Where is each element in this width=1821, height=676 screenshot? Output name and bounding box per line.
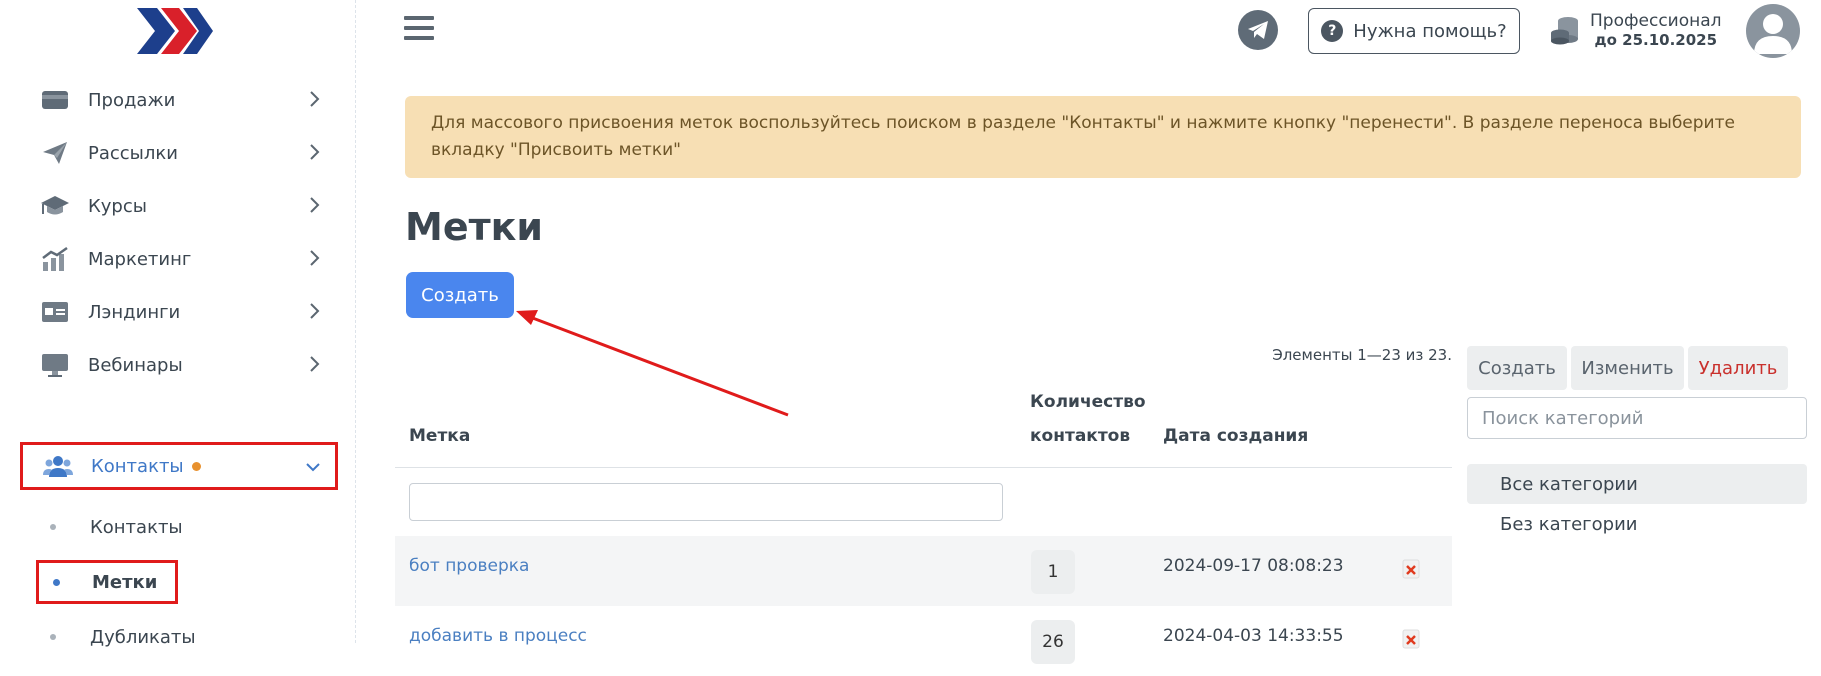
sidebar-item-mailings[interactable]: Рассылки bbox=[40, 131, 330, 175]
sidebar-subitem-label: Контакты bbox=[90, 516, 183, 538]
table-row: добавить в процесс 26 2024-04-03 14:33:5… bbox=[395, 606, 1452, 676]
logo-icon[interactable] bbox=[135, 6, 215, 56]
plan-name: Профессионал bbox=[1590, 11, 1722, 31]
bullet-icon bbox=[53, 578, 60, 586]
contact-count-badge[interactable]: 26 bbox=[1031, 620, 1075, 664]
pagination-summary: Элементы 1—23 из 23. bbox=[1272, 346, 1452, 364]
sidebar-item-label: Маркетинг bbox=[88, 248, 192, 270]
question-icon: ? bbox=[1321, 20, 1344, 42]
table-row: бот проверка 1 2024-09-17 08:08:23 bbox=[395, 536, 1452, 606]
chevron-right-icon bbox=[308, 249, 320, 272]
chevron-right-icon bbox=[308, 355, 320, 378]
delete-icon[interactable] bbox=[1401, 628, 1421, 650]
category-create-button[interactable]: Создать bbox=[1467, 346, 1567, 390]
sidebar-item-sales[interactable]: Продажи bbox=[40, 78, 330, 122]
chevron-right-icon bbox=[308, 302, 320, 325]
monitor-icon bbox=[40, 350, 70, 380]
column-header-date[interactable]: Дата создания bbox=[1163, 420, 1308, 453]
plan-until: до 25.10.2025 bbox=[1594, 31, 1718, 49]
sidebar-subitem-tags[interactable]: Метки bbox=[36, 560, 178, 604]
help-button-label: Нужна помощь? bbox=[1353, 20, 1507, 42]
sidebar-item-landings[interactable]: Лэндинги bbox=[40, 290, 330, 334]
created-date: 2024-04-03 14:33:55 bbox=[1163, 626, 1344, 646]
avatar[interactable] bbox=[1746, 4, 1800, 58]
chevron-down-icon bbox=[305, 458, 321, 479]
tag-filter-input[interactable] bbox=[409, 483, 1003, 521]
info-alert: Для массового присвоения меток воспользу… bbox=[405, 96, 1801, 178]
tag-link[interactable]: добавить в процесс bbox=[409, 626, 587, 646]
sidebar-item-label: Лэндинги bbox=[88, 301, 181, 323]
sidebar-item-label: Контакты bbox=[91, 455, 184, 477]
notification-dot bbox=[191, 461, 201, 471]
created-date: 2024-09-17 08:08:23 bbox=[1163, 556, 1344, 576]
sidebar-item-webinars[interactable]: Вебинары bbox=[40, 343, 330, 387]
plan-info[interactable]: Профессионал до 25.10.2025 bbox=[1548, 11, 1722, 49]
category-item-none[interactable]: Без категории bbox=[1467, 504, 1807, 544]
growth-chart-icon bbox=[40, 244, 70, 274]
sidebar-item-label: Курсы bbox=[88, 195, 147, 217]
delete-icon[interactable] bbox=[1401, 558, 1421, 580]
category-search-input[interactable]: Поиск категорий bbox=[1467, 397, 1807, 439]
column-header-count-line1[interactable]: Количество bbox=[1030, 386, 1146, 419]
sidebar-item-label: Вебинары bbox=[88, 354, 183, 376]
telegram-icon[interactable] bbox=[1238, 10, 1278, 50]
sidebar: Продажи Рассылки Курсы Маркетинг Лэндинг… bbox=[0, 0, 356, 648]
category-delete-button[interactable]: Удалить bbox=[1688, 346, 1788, 390]
column-header-count-line2[interactable]: контактов bbox=[1030, 420, 1130, 453]
help-button[interactable]: ? Нужна помощь? bbox=[1308, 8, 1520, 54]
coins-icon bbox=[1551, 17, 1578, 45]
user-icon bbox=[1754, 14, 1792, 54]
graduation-cap-icon bbox=[40, 191, 70, 221]
sidebar-subitem-label: Дубликаты bbox=[90, 626, 196, 648]
hamburger-menu-icon[interactable] bbox=[404, 16, 434, 44]
sidebar-item-marketing[interactable]: Маркетинг bbox=[40, 237, 330, 281]
column-header-tag[interactable]: Метка bbox=[409, 420, 470, 453]
sidebar-item-label: Продажи bbox=[88, 89, 176, 111]
sidebar-subitem-contacts[interactable]: Контакты bbox=[50, 507, 183, 547]
create-tag-button[interactable]: Создать bbox=[406, 272, 514, 318]
chevron-right-icon bbox=[308, 196, 320, 219]
table-header-divider bbox=[395, 467, 1452, 468]
category-edit-button[interactable]: Изменить bbox=[1571, 346, 1684, 390]
sidebar-subitem-label: Метки bbox=[92, 571, 158, 593]
sidebar-item-courses[interactable]: Курсы bbox=[40, 184, 330, 228]
tag-link[interactable]: бот проверка bbox=[409, 556, 529, 576]
bullet-icon bbox=[50, 524, 56, 530]
sidebar-subitem-duplicates[interactable]: Дубликаты bbox=[50, 617, 196, 657]
id-card-icon bbox=[40, 297, 70, 327]
chevron-right-icon bbox=[308, 90, 320, 113]
sidebar-item-label: Рассылки bbox=[88, 142, 178, 164]
bullet-icon bbox=[50, 634, 56, 640]
wallet-icon bbox=[40, 85, 70, 115]
page-title: Метки bbox=[405, 205, 544, 249]
sidebar-item-contacts[interactable]: Контакты bbox=[20, 442, 338, 490]
category-item-all[interactable]: Все категории bbox=[1467, 464, 1807, 504]
users-icon bbox=[43, 451, 73, 481]
contact-count-badge[interactable]: 1 bbox=[1031, 550, 1075, 594]
paper-plane-icon bbox=[40, 138, 70, 168]
chevron-right-icon bbox=[308, 143, 320, 166]
